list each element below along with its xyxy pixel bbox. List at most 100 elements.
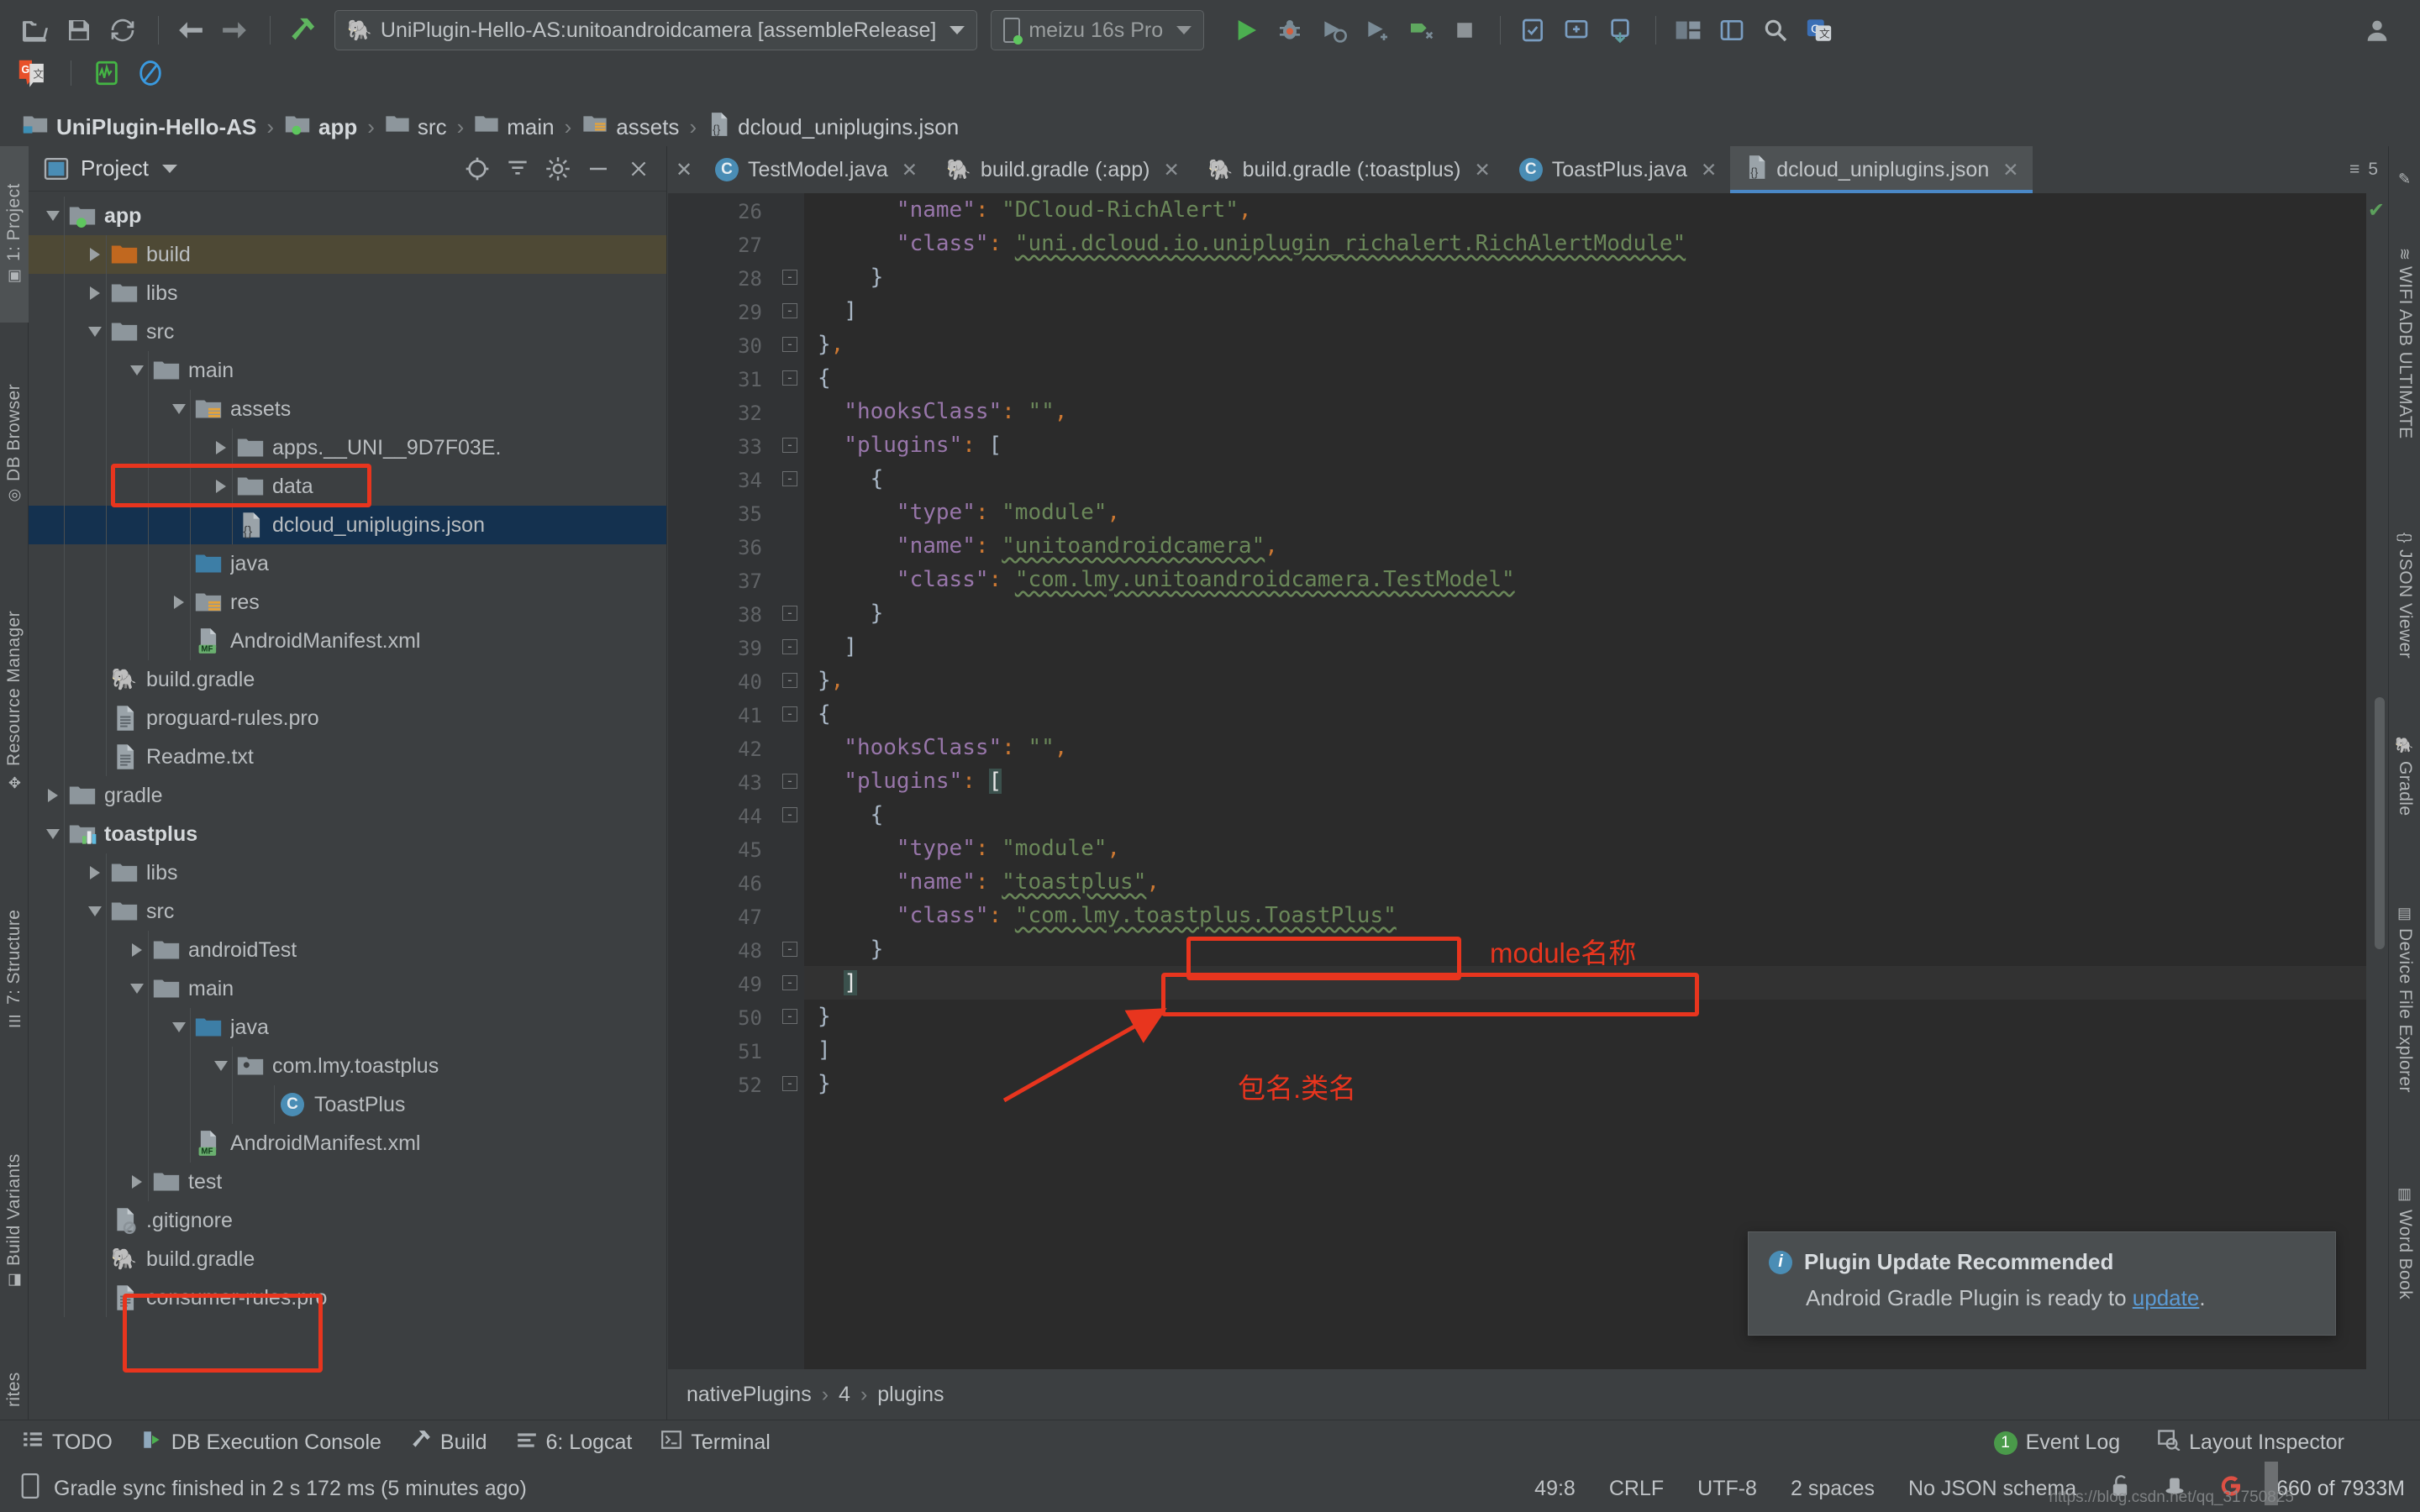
indent-indicator[interactable]: 2 spaces [1791,1477,1875,1501]
rail-item-project[interactable]: ▣ 1: Project [0,146,29,323]
chevron-down-icon[interactable] [40,197,66,235]
rail-item-resource-manager[interactable]: ✥ Resource Manager [0,562,29,839]
rail-item-build-variants[interactable]: ◧ Build Variants [0,1100,29,1343]
fold-marker[interactable]: - [782,774,797,789]
editor-vertical-scrollbar[interactable] [2375,697,2385,949]
code-line[interactable]: "name": "DCloud-RichAlert", [804,193,2388,227]
fold-marker[interactable]: - [782,1009,797,1024]
google-translate-icon[interactable]: G 文 [12,53,52,93]
debug-icon[interactable] [1270,10,1310,50]
chevron-right-icon[interactable] [82,235,108,274]
fold-marker[interactable]: - [782,337,797,352]
chevron-right-icon[interactable] [124,1163,150,1201]
code-line[interactable]: "hooksClass": "", [804,395,2388,428]
rail-item-structure[interactable]: ☰ 7: Structure [0,856,29,1083]
tree-row[interactable]: MF AndroidManifest.xml [29,622,666,660]
bottom-item-todo[interactable]: TODO [22,1429,113,1457]
editor-breadcrumb-plugins[interactable]: plugins [877,1383,944,1407]
hide-icon[interactable] [582,153,614,185]
caret-position[interactable]: 49:8 [1534,1477,1576,1501]
tab-dcloud-uniplugins-json[interactable]: {} dcloud_uniplugins.json ✕ [1730,146,2033,193]
save-icon[interactable] [59,10,99,50]
code-folding-column[interactable]: - - - - - - - - - - - - - - - - [776,193,804,1369]
encoding-indicator[interactable]: UTF-8 [1697,1477,1757,1501]
tree-row[interactable]: libs [29,274,666,312]
chevron-right-icon[interactable] [82,274,108,312]
code-line[interactable]: "name": "toastplus", [804,865,2388,899]
code-line[interactable]: ] [804,966,2388,1000]
chevron-down-icon[interactable] [40,815,66,853]
tree-row[interactable]: .gitignore [29,1201,666,1240]
run-configuration-selector[interactable]: 🐘 UniPlugin-Hello-AS:unitoandroidcamera … [334,10,978,50]
code-line[interactable]: "name": "unitoandroidcamera", [804,529,2388,563]
editor-breadcrumb-index[interactable]: 4 [839,1383,850,1407]
tree-row[interactable]: MF AndroidManifest.xml [29,1124,666,1163]
breadcrumb-item-main[interactable]: main [467,113,560,140]
breadcrumb-item-app[interactable]: app [277,113,364,141]
tree-row[interactable]: C ToastPlus [29,1085,666,1124]
tree-row[interactable]: main [29,969,666,1008]
tree-row[interactable]: gradle [29,776,666,815]
tree-row[interactable]: 🐘 build.gradle [29,1240,666,1278]
chevron-right-icon[interactable] [208,428,234,467]
chevron-right-icon[interactable] [124,931,150,969]
chevron-down-icon[interactable] [124,351,150,390]
tree-row[interactable]: {} dcloud_uniplugins.json [29,506,666,544]
tree-row[interactable]: assets [29,390,666,428]
build-hammer-icon[interactable] [282,10,323,50]
code-line[interactable]: } [804,596,2388,630]
fold-marker[interactable]: - [782,706,797,722]
code-line[interactable]: "type": "module", [804,832,2388,865]
inspection-status-icon[interactable]: ✔ [2368,198,2385,223]
device-file-explorer-icon[interactable] [1600,10,1640,50]
user-avatar-icon[interactable] [2361,10,2402,50]
close-icon[interactable] [623,153,655,185]
fold-marker[interactable]: - [782,942,797,957]
search-icon[interactable] [1755,10,1796,50]
chevron-right-icon[interactable] [40,776,66,815]
breadcrumb-item-file[interactable]: {} dcloud_uniplugins.json [700,112,965,143]
profile-icon[interactable] [1357,10,1397,50]
chevron-down-icon[interactable] [208,1047,234,1085]
tree-row[interactable]: Readme.txt [29,738,666,776]
rail-item-word-book[interactable]: ▥ Word Book [2389,1146,2420,1339]
fold-marker[interactable]: - [782,270,797,285]
rail-gear-top[interactable]: ✎ [2389,155,2420,205]
code-editor[interactable]: 26 27 28 29 30 31 32 33 34 35 36 37 38 39 40 41 42 43 44 45… [668,193,2388,1369]
tab-close-icon[interactable]: ✕ [902,159,918,181]
tab-build-gradle-toastplus[interactable]: 🐘 build.gradle (:toastplus) ✕ [1193,146,1504,193]
avd-manager-icon[interactable] [1512,10,1553,50]
forward-arrow-icon[interactable] [214,10,255,50]
fold-marker[interactable]: - [782,438,797,453]
rail-item-device-file-explorer[interactable]: ▤ Device File Explorer [2389,864,2420,1133]
bottom-item-layout-inspector[interactable]: Layout Inspector [2157,1429,2344,1457]
tree-row[interactable]: test [29,1163,666,1201]
tab-close-icon[interactable]: ✕ [1163,159,1179,181]
run-coverage-icon[interactable] [1313,10,1354,50]
profiler-icon[interactable] [87,53,127,93]
code-line[interactable]: }, [804,664,2388,697]
breadcrumb-item-project[interactable]: UniPlugin-Hello-AS [15,113,263,141]
code-line[interactable]: { [804,697,2388,731]
chevron-down-icon[interactable] [82,312,108,351]
back-arrow-icon[interactable] [171,10,211,50]
sdk-manager-icon[interactable] [1556,10,1597,50]
bottom-item-terminal[interactable]: Terminal [660,1429,771,1457]
notification-update-link[interactable]: update [2133,1285,2200,1310]
fold-marker[interactable]: - [782,639,797,654]
bottom-item-db-execution-console[interactable]: DB Execution Console [141,1429,381,1457]
tab-build-gradle-app[interactable]: 🐘 build.gradle (:app) ✕ [931,146,1193,193]
close-all-tabs-icon[interactable]: ✕ [668,146,700,193]
project-scope-chevron-down-icon[interactable] [161,164,177,173]
code-line[interactable]: "type": "module", [804,496,2388,529]
code-line[interactable]: "class": "com.lmy.toastplus.ToastPlus" [804,899,2388,932]
tree-row[interactable]: res [29,583,666,622]
editor-breadcrumb-root[interactable]: nativePlugins [687,1383,812,1407]
code-line[interactable]: ] [804,294,2388,328]
no-entry-icon[interactable] [130,53,171,93]
chevron-right-icon[interactable] [166,583,192,622]
code-line[interactable]: "plugins": [ [804,428,2388,462]
tree-row[interactable]: libs [29,853,666,892]
fold-marker[interactable]: - [782,807,797,822]
fold-marker[interactable]: - [782,303,797,318]
